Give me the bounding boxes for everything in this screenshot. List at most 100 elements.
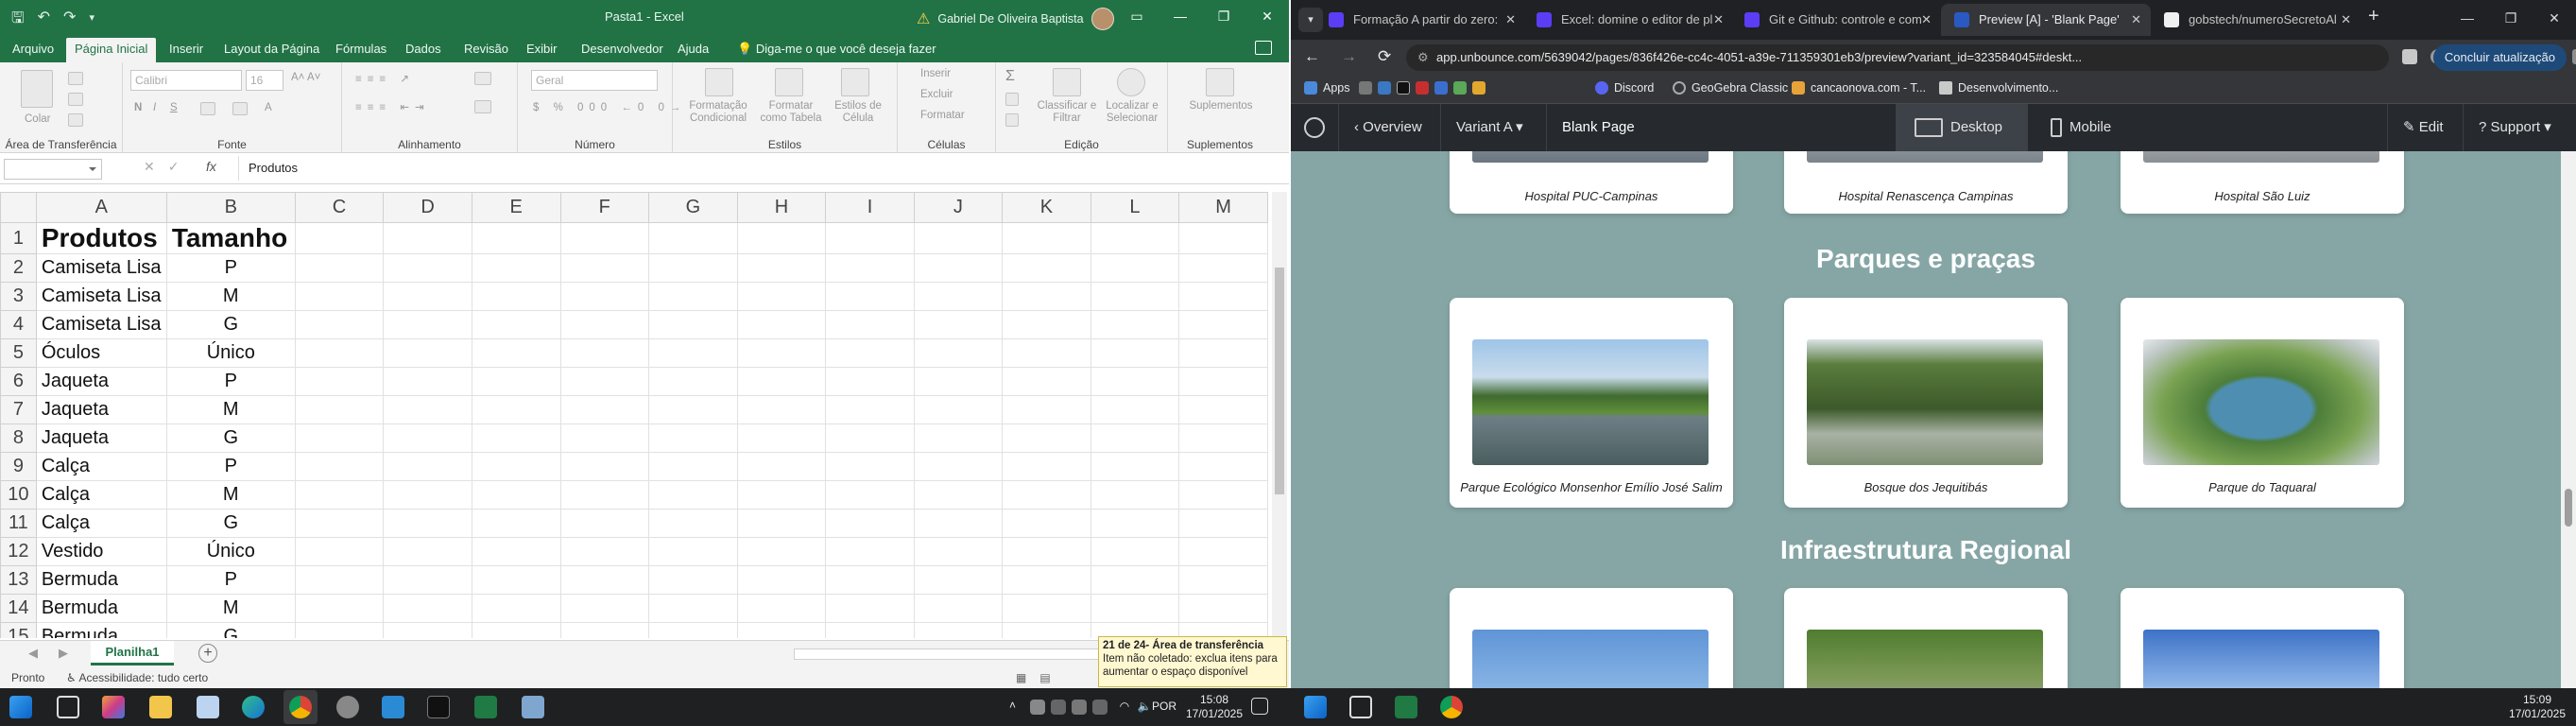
overview-link[interactable]: ‹ Overview [1338, 104, 1437, 151]
cell-empty[interactable] [1002, 338, 1091, 368]
cell-empty[interactable] [648, 452, 738, 481]
cell-empty[interactable] [1178, 222, 1268, 254]
cell-empty[interactable] [471, 622, 561, 638]
cell-empty[interactable] [825, 282, 915, 311]
cell-empty[interactable] [1002, 509, 1091, 538]
cell-empty[interactable] [1178, 480, 1268, 510]
cell-empty[interactable] [1178, 395, 1268, 424]
cell-b[interactable]: P [165, 367, 296, 396]
chrome-icon-2[interactable] [1440, 696, 1463, 718]
cell-empty[interactable] [913, 395, 1004, 424]
account-area[interactable]: ⚠ Gabriel De Oliveira Baptista [917, 8, 1114, 30]
cell-empty[interactable] [383, 367, 472, 396]
tab-pagina-inicial[interactable]: Página Inicial [66, 38, 157, 62]
row-header[interactable]: 6 [0, 367, 37, 396]
cell-empty[interactable] [294, 509, 385, 538]
cut-icon[interactable] [68, 72, 83, 85]
cell-empty[interactable] [648, 310, 738, 339]
notepad-icon[interactable] [522, 696, 544, 718]
cell-empty[interactable] [471, 367, 561, 396]
close-icon[interactable]: ✕ [2533, 0, 2576, 36]
cell-empty[interactable] [559, 480, 650, 510]
mobile-view-button[interactable]: Mobile [2034, 104, 2147, 151]
cell-empty[interactable] [1090, 222, 1180, 254]
cell-empty[interactable] [825, 310, 915, 339]
customize-chevron-icon[interactable]: ▾ [89, 8, 94, 33]
cell-empty[interactable] [471, 537, 561, 566]
clock-right[interactable]: 15:09 17/01/2025 [2504, 693, 2570, 721]
cell-a[interactable]: Camiseta Lisa [35, 310, 167, 339]
tell-me-search[interactable]: 💡 Diga-me o que você deseja fazer [737, 38, 936, 60]
tab-close-icon[interactable]: ✕ [2341, 4, 2351, 36]
avatar[interactable] [1091, 8, 1114, 30]
cell-empty[interactable] [471, 338, 561, 368]
cell-empty[interactable] [559, 310, 650, 339]
tab-close-icon[interactable]: ✕ [1921, 4, 1932, 36]
cell-a[interactable]: Vestido [35, 537, 167, 566]
bookmark-icons[interactable] [1359, 81, 1485, 95]
cell-a[interactable]: Bermuda [35, 565, 167, 595]
page-scroll-thumb[interactable] [2565, 489, 2572, 527]
tab-arquivo[interactable]: Arquivo [4, 38, 62, 62]
vertical-align-icons[interactable]: ≡≡≡ ↗ [355, 72, 415, 85]
select-all-corner[interactable] [0, 192, 37, 223]
site-info-icon[interactable]: ⚙ [1417, 44, 1429, 71]
excel-icon-2[interactable] [1395, 696, 1417, 718]
sort-filter-icon[interactable] [1053, 68, 1081, 96]
number-format-icons[interactable]: $ % 000 ←0 0→ [533, 102, 686, 113]
cell-a[interactable]: Calça [35, 452, 167, 481]
row-header[interactable]: 5 [0, 338, 37, 368]
edit-button[interactable]: ✎ Edit [2387, 104, 2459, 151]
undo-icon[interactable]: ↶ [38, 8, 50, 33]
task-view-icon[interactable] [57, 696, 79, 718]
cell-empty[interactable] [648, 367, 738, 396]
cell-empty[interactable] [294, 424, 385, 453]
row-header[interactable]: 3 [0, 282, 37, 311]
cell-a[interactable]: Camiseta Lisa [35, 253, 167, 283]
cell-empty[interactable] [1178, 367, 1268, 396]
cell-empty[interactable] [1178, 594, 1268, 623]
cell-empty[interactable] [825, 480, 915, 510]
cell-empty[interactable] [1002, 622, 1091, 638]
landing-page-preview[interactable]: Hospital PUC-Campinas Hospital Renascenç… [1291, 151, 2561, 688]
cell-empty[interactable] [1002, 480, 1091, 510]
restore-icon[interactable]: ❐ [2489, 0, 2533, 36]
browser-tab[interactable]: Preview [A] - 'Blank Page' ✕ [1941, 4, 2151, 36]
tab-revisao[interactable]: Revisão [455, 38, 517, 62]
cell-empty[interactable] [648, 509, 738, 538]
column-header-d[interactable]: D [383, 192, 472, 223]
cell-empty[interactable] [736, 424, 827, 453]
cell-empty[interactable] [559, 253, 650, 283]
cell-empty[interactable] [1002, 367, 1091, 396]
cell-a[interactable]: Jaqueta [35, 424, 167, 453]
chrome-icon[interactable] [289, 696, 312, 718]
cell-empty[interactable] [383, 480, 472, 510]
row-header[interactable]: 10 [0, 480, 37, 510]
cell-empty[interactable] [294, 338, 385, 368]
start-icon-2[interactable] [1304, 696, 1327, 718]
cell-empty[interactable] [559, 594, 650, 623]
cell-empty[interactable] [1090, 253, 1180, 283]
cell-empty[interactable] [913, 480, 1004, 510]
name-box[interactable] [4, 159, 102, 180]
cell-empty[interactable] [1002, 537, 1091, 566]
back-icon[interactable]: ← [1304, 47, 1320, 66]
cell-empty[interactable] [294, 253, 385, 283]
cell-empty[interactable] [294, 565, 385, 595]
cell-empty[interactable] [913, 594, 1004, 623]
cell-empty[interactable] [1178, 509, 1268, 538]
cell-empty[interactable] [383, 452, 472, 481]
row-header[interactable]: 13 [0, 565, 37, 595]
column-header-k[interactable]: K [1002, 192, 1091, 223]
paste-icon[interactable] [21, 70, 53, 108]
cell-empty[interactable] [648, 282, 738, 311]
cell-empty[interactable] [559, 222, 650, 254]
tab-close-icon[interactable]: ✕ [1713, 4, 1724, 36]
translate-icon[interactable] [2402, 49, 2417, 64]
cell-empty[interactable] [1002, 565, 1091, 595]
find-select-label[interactable]: Localizar e Selecionar [1100, 100, 1164, 125]
cell-empty[interactable] [471, 452, 561, 481]
excel-icon[interactable] [474, 696, 497, 718]
tray-icon-2[interactable] [1051, 700, 1066, 715]
cell-empty[interactable] [736, 480, 827, 510]
